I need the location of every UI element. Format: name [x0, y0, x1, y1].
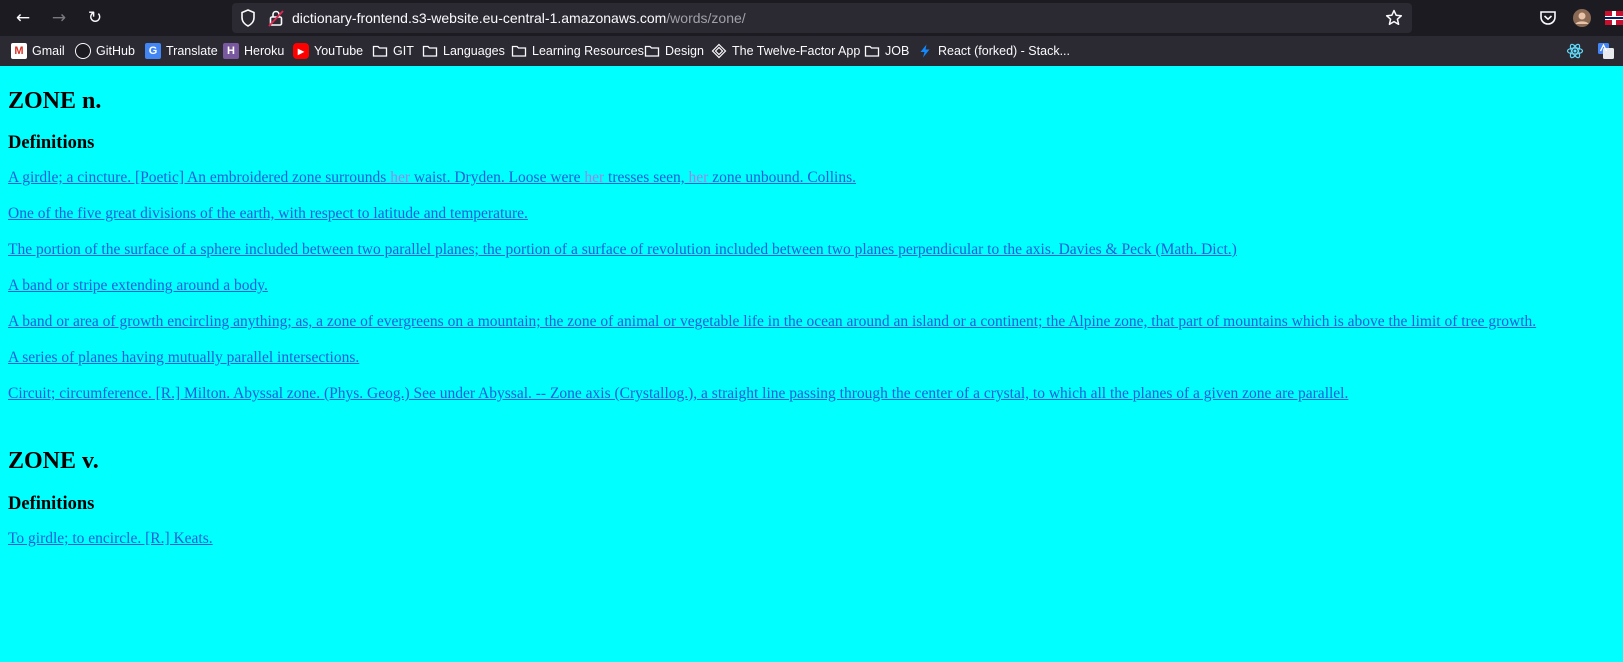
definition-text: Circuit; circumference. [R.] Milton. Aby…: [8, 385, 1349, 402]
definition-text: A band or area of growth encircling anyt…: [8, 313, 1537, 330]
highlighted-word: her: [390, 169, 411, 186]
account-avatar-icon[interactable]: [1571, 7, 1593, 29]
entry-title: ZONE v.: [8, 448, 99, 474]
bookmark-label: Heroku: [244, 44, 285, 58]
bookmark-youtube[interactable]: ▶ YouTube: [293, 36, 363, 66]
bookmark-react-forked[interactable]: React (forked) - Stack...: [917, 36, 1070, 66]
bookmark-label: Design: [665, 44, 704, 58]
bookmark-heroku[interactable]: H Heroku: [223, 36, 284, 66]
pocket-icon[interactable]: [1537, 7, 1559, 29]
bookmark-twelve-factor-app[interactable]: The Twelve-Factor App: [711, 36, 860, 66]
navigation-toolbar: ← → ↻ dictionary-frontend.s3-website.eu-…: [0, 0, 1623, 36]
definition-link[interactable]: To girdle; to encircle. [R.] Keats.: [8, 529, 213, 549]
definition-link[interactable]: A band or area of growth encircling anyt…: [8, 312, 1536, 332]
forward-arrow-icon[interactable]: →: [47, 6, 71, 30]
entry-title: ZONE n.: [8, 88, 102, 114]
address-bar[interactable]: dictionary-frontend.s3-website.eu-centra…: [232, 3, 1412, 33]
definitions-heading: Definitions: [8, 494, 95, 514]
bookmarks-toolbar: M Gmail GitHub G Translate H Heroku ▶ Yo…: [0, 36, 1623, 66]
folder-icon: [372, 45, 388, 57]
url-text[interactable]: dictionary-frontend.s3-website.eu-centra…: [292, 3, 746, 33]
insecure-lock-icon[interactable]: [266, 8, 286, 28]
bookmark-label: JOB: [885, 44, 910, 58]
definition-link[interactable]: A band or stripe extending around a body…: [8, 276, 268, 296]
definition-text: tresses seen,: [604, 169, 689, 186]
definition-text: The portion of the surface of a sphere i…: [8, 241, 1237, 258]
reload-icon[interactable]: ↻: [83, 6, 107, 30]
url-path: /words/zone/: [666, 10, 746, 26]
definition-link[interactable]: A girdle; a cincture. [Poetic] An embroi…: [8, 168, 856, 188]
bookmark-label: The Twelve-Factor App: [732, 44, 861, 58]
definition-link[interactable]: One of the five great divisions of the e…: [8, 204, 528, 224]
bookmark-label: GIT: [393, 44, 414, 58]
definition-text: zone unbound. Collins.: [708, 169, 856, 186]
folder-icon: [511, 45, 527, 57]
definition-text: To girdle; to encircle. [R.] Keats.: [8, 530, 213, 547]
definition-link[interactable]: The portion of the surface of a sphere i…: [8, 240, 1237, 260]
stackblitz-icon: [920, 44, 930, 58]
definition-link[interactable]: Circuit; circumference. [R.] Milton. Aby…: [8, 384, 1348, 404]
bookmark-label: GitHub: [96, 44, 135, 58]
twelve-factor-icon: [711, 43, 727, 59]
bookmark-translate[interactable]: G Translate: [145, 36, 218, 66]
bookmark-label: Learning Resources: [532, 44, 644, 58]
translate-icon: G: [145, 43, 161, 59]
bookmark-folder-job[interactable]: JOB: [864, 36, 909, 66]
bookmark-folder-design[interactable]: Design: [644, 36, 704, 66]
react-devtools-extension-icon[interactable]: [1566, 42, 1584, 60]
bookmark-label: React (forked) - Stack...: [938, 44, 1070, 58]
bookmark-folder-git[interactable]: GIT: [372, 36, 414, 66]
bookmark-folder-languages[interactable]: Languages: [422, 36, 505, 66]
definition-link[interactable]: A series of planes having mutually paral…: [8, 348, 359, 368]
bookmark-folder-learning-resources[interactable]: Learning Resources: [511, 36, 644, 66]
folder-icon: [422, 45, 438, 57]
gmail-icon: M: [11, 43, 27, 59]
github-icon: [75, 43, 91, 59]
youtube-icon: ▶: [293, 43, 309, 59]
translate-extension-icon[interactable]: [1597, 42, 1615, 60]
extension-flag-icon[interactable]: [1603, 7, 1623, 29]
folder-icon: [864, 45, 880, 57]
tracking-protection-shield-icon[interactable]: [238, 8, 258, 28]
definition-text: A band or stripe extending around a body…: [8, 277, 268, 294]
bookmark-gmail[interactable]: M Gmail: [11, 36, 65, 66]
bookmark-label: Translate: [166, 44, 218, 58]
definition-text: A series of planes having mutually paral…: [8, 349, 360, 366]
highlighted-word: her: [688, 169, 709, 186]
url-host: dictionary-frontend.s3-website.eu-centra…: [292, 10, 667, 26]
heroku-icon: H: [223, 43, 239, 59]
browser-chrome: ← → ↻ dictionary-frontend.s3-website.eu-…: [0, 0, 1623, 66]
definition-text: One of the five great divisions of the e…: [8, 205, 528, 222]
back-arrow-icon[interactable]: ←: [11, 6, 35, 30]
highlighted-word: her: [584, 169, 605, 186]
definition-text: A girdle; a cincture. [Poetic] An embroi…: [8, 169, 391, 186]
bookmark-label: YouTube: [314, 44, 364, 58]
bookmark-star-icon[interactable]: [1384, 8, 1404, 28]
folder-icon: [644, 45, 660, 57]
bookmark-github[interactable]: GitHub: [75, 36, 135, 66]
definitions-heading: Definitions: [8, 133, 95, 153]
bookmark-label: Gmail: [32, 44, 65, 58]
bookmark-label: Languages: [443, 44, 505, 58]
definition-text: waist. Dryden. Loose were: [410, 169, 585, 186]
